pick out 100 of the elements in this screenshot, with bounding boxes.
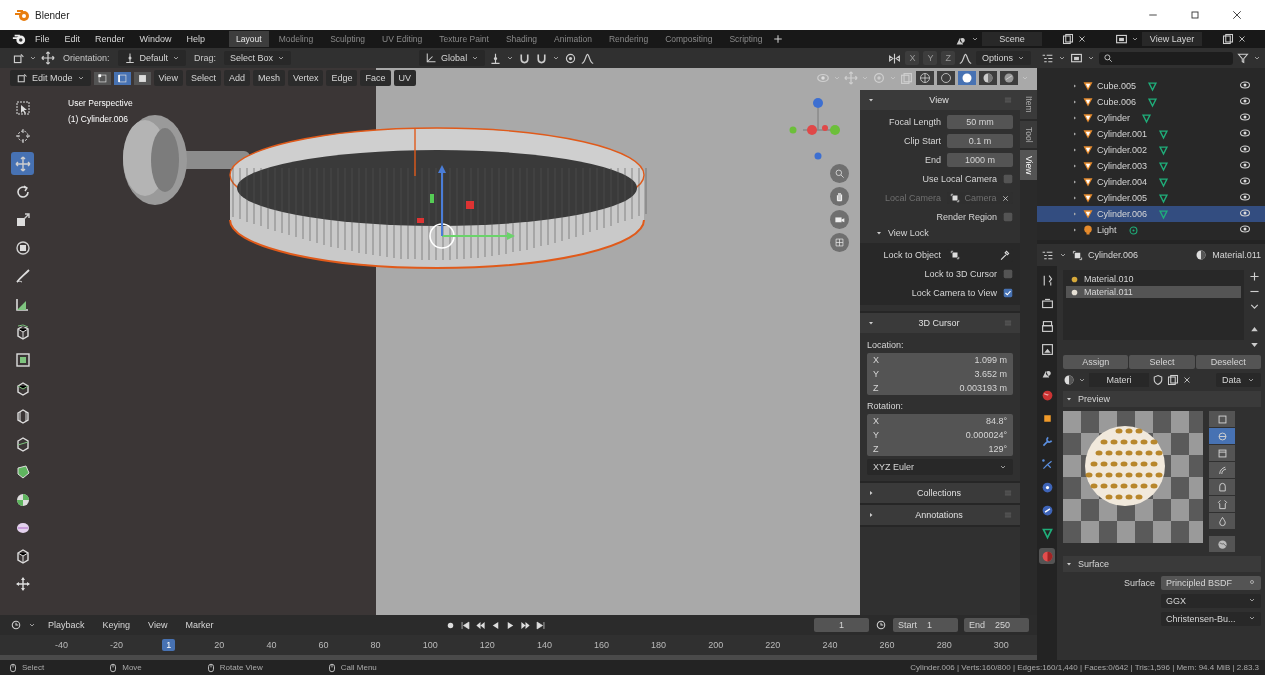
frame-number: 220 [764, 639, 782, 651]
panel-header[interactable]: Collections [860, 483, 1020, 503]
workspace-tab[interactable]: Compositing [658, 31, 720, 47]
action-button[interactable]: Select [1129, 355, 1195, 369]
subpanel-header[interactable]: View Lock [867, 228, 1013, 238]
mode-dropdown[interactable]: Edit Mode [10, 70, 91, 86]
menu-item[interactable]: View [142, 618, 174, 632]
frame-number: 100 [421, 639, 439, 651]
frame-number: -40 [54, 639, 69, 651]
hint-label: Select [22, 663, 45, 672]
number-field[interactable]: 1000 m [947, 153, 1013, 167]
number-field[interactable]: Z 129° [867, 442, 1013, 456]
menu-item[interactable]: Keying [96, 618, 137, 632]
workspace-tab[interactable]: Scripting [722, 31, 770, 47]
pivot-dropdown[interactable]: Default [117, 50, 187, 66]
number-field[interactable]: Z 0.003193 m [867, 381, 1013, 395]
menu-item[interactable]: Edge [326, 70, 358, 86]
number-field[interactable]: 50 mm [947, 115, 1013, 129]
outliner-row[interactable]: Cylinder.006 [1037, 206, 1265, 222]
frame-number: -20 [109, 639, 125, 651]
workspace-tab[interactable]: Sculpting [323, 31, 373, 47]
field-label: End [924, 155, 941, 165]
outliner-row[interactable]: Cylinder.003 [1037, 158, 1265, 174]
view-label: User Perspective [68, 98, 133, 108]
number-field[interactable]: 0.1 m [947, 134, 1013, 148]
menu-item[interactable]: Window [133, 32, 178, 46]
menu-item[interactable]: Face [360, 70, 391, 86]
material-name-field[interactable]: Materi [1089, 373, 1149, 387]
options-dropdown[interactable]: Options [975, 51, 1031, 65]
axis-toggle[interactable]: Y [923, 51, 938, 65]
menu-item[interactable]: Render [89, 32, 131, 46]
frame-number: 260 [878, 639, 896, 651]
workspace-tab[interactable]: Layout [229, 31, 269, 47]
outliner-row[interactable]: Cube.005 [1037, 78, 1265, 94]
menu-item[interactable]: Help [180, 32, 212, 46]
outliner-row[interactable]: Cylinder.002 [1037, 142, 1265, 158]
scene-field[interactable]: Scene [982, 32, 1042, 46]
checkbox-label: Render Region [935, 212, 997, 222]
panel-header[interactable]: 3D Cursor [860, 313, 1020, 333]
number-field[interactable]: X 84.8° [867, 414, 1013, 428]
orientation-dropdown[interactable]: Global [419, 50, 486, 66]
panel-header[interactable]: View [860, 90, 1020, 110]
menu-item[interactable]: Playback [42, 618, 91, 632]
outliner-row[interactable]: Cylinder.004 [1037, 174, 1265, 190]
workspace-tab[interactable]: Animation [547, 31, 599, 47]
object-label: (1) Cylinder.006 [68, 114, 129, 124]
menu-item[interactable]: Mesh [252, 70, 285, 86]
field-label: Clip Start [903, 136, 941, 146]
section-header[interactable]: Preview [1063, 391, 1261, 407]
outliner-row[interactable]: Cube.006 [1037, 94, 1265, 110]
object-name: Cube.006 [1097, 97, 1137, 107]
frame-number: 200 [707, 639, 725, 651]
rotation-mode-dropdown[interactable]: XYZ Euler [867, 459, 1013, 475]
menu-item[interactable]: UV [393, 70, 416, 86]
outliner-row[interactable]: Cylinder.005 [1037, 190, 1265, 206]
number-field[interactable]: X 1.099 m [867, 353, 1013, 367]
sidebar-tab[interactable]: Tool [1020, 120, 1037, 149]
outliner-row[interactable]: Light [1037, 222, 1265, 238]
workspace-tab[interactable]: Shading [498, 31, 545, 47]
end-field[interactable]: End 250 [964, 618, 1029, 632]
number-field[interactable]: Y 3.652 m [867, 367, 1013, 381]
action-button[interactable]: Deselect [1195, 355, 1261, 369]
menu-item[interactable]: Edit [58, 32, 87, 46]
start-field[interactable]: Start 1 [893, 618, 958, 632]
view-layer-field[interactable]: View Layer [1142, 32, 1202, 46]
workspace-tab[interactable]: UV Editing [375, 31, 430, 47]
menu-item[interactable]: Marker [179, 618, 220, 632]
workspace-tab[interactable]: Rendering [601, 31, 656, 47]
number-field[interactable]: Y 0.000024° [867, 428, 1013, 442]
action-button[interactable]: Assign [1063, 355, 1129, 369]
frame-number: 240 [821, 639, 839, 651]
sidebar-tab[interactable]: Item [1020, 90, 1037, 119]
menu-item[interactable]: View [153, 70, 183, 86]
subsurface-dropdown[interactable]: Christensen-Bu... [1161, 612, 1261, 626]
object-name: Cylinder.005 [1097, 193, 1148, 203]
distribution-dropdown[interactable]: GGX [1161, 594, 1261, 608]
workspace-tab[interactable]: Modeling [271, 31, 321, 47]
menu-item[interactable]: File [29, 32, 56, 46]
field-label: Surface [1123, 578, 1155, 588]
axis-toggle[interactable]: Z [941, 51, 955, 65]
field-label: Lock to Object [882, 250, 941, 260]
material-slot[interactable]: Material.010 [1066, 273, 1241, 285]
frame-number: 80 [369, 639, 382, 651]
object-name: Cylinder.003 [1097, 161, 1148, 171]
frame-field[interactable]: 1 [814, 618, 869, 632]
menu-item[interactable]: Vertex [287, 70, 324, 86]
axis-toggle[interactable]: X [905, 51, 920, 65]
drag-dropdown[interactable]: Select Box [224, 51, 292, 65]
menu-item[interactable]: Add [223, 70, 250, 86]
workspace-tab[interactable]: Texture Paint [432, 31, 496, 47]
menu-item[interactable]: Select [185, 70, 221, 86]
material-slot[interactable]: Material.011 [1066, 286, 1241, 298]
link-dropdown[interactable]: Data [1216, 373, 1261, 387]
frame-number: 180 [650, 639, 668, 651]
sidebar-tab[interactable]: View [1020, 150, 1037, 181]
shader-dropdown[interactable]: Principled BSDF [1161, 576, 1261, 590]
section-header[interactable]: Surface [1063, 556, 1261, 572]
outliner-row[interactable]: Cylinder.001 [1037, 126, 1265, 142]
outliner-row[interactable]: Cylinder [1037, 110, 1265, 126]
panel-header[interactable]: Annotations [860, 505, 1020, 525]
